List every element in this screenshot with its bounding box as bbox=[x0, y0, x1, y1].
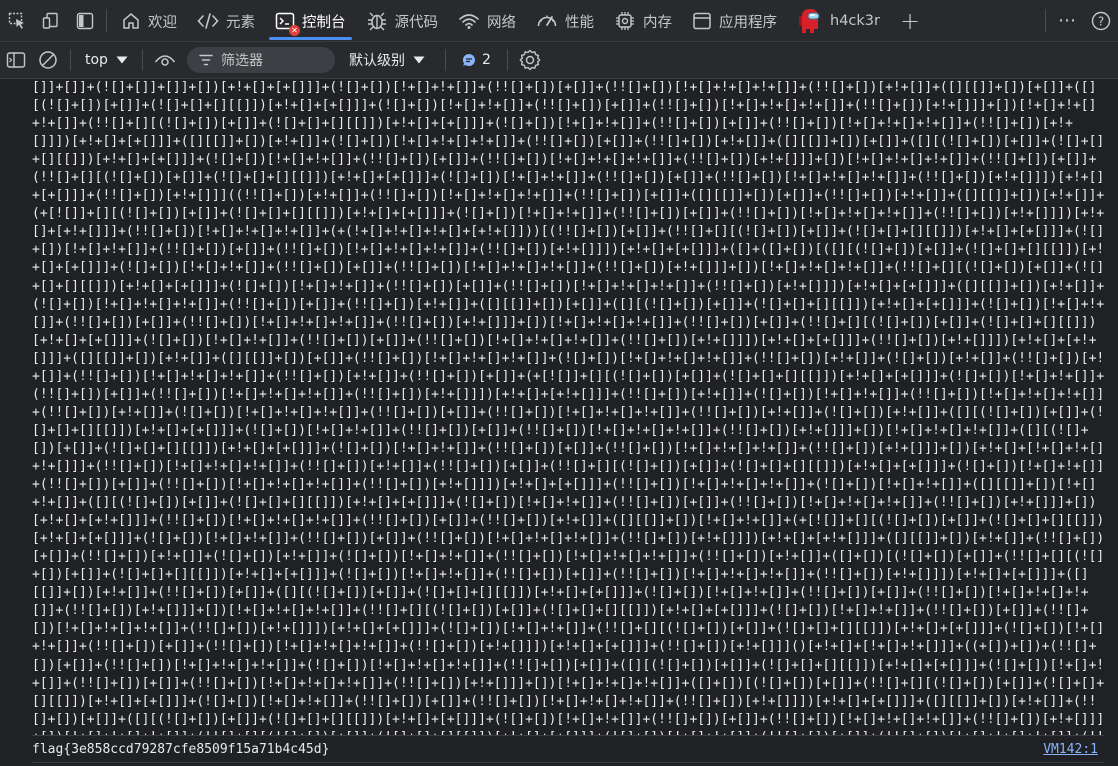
tab-welcome[interactable]: 欢迎 bbox=[111, 0, 187, 42]
code-icon bbox=[197, 13, 219, 29]
toolbar-divider bbox=[70, 49, 71, 71]
tabbar-spacer bbox=[930, 0, 1041, 41]
home-icon bbox=[123, 13, 139, 29]
tab-sources[interactable]: 源代码 bbox=[356, 0, 449, 42]
tab-label: 欢迎 bbox=[148, 14, 177, 31]
log-level-value: 默认级别 bbox=[348, 53, 405, 69]
error-badge-icon: ✕ bbox=[289, 25, 300, 36]
sidebar-icon bbox=[6, 52, 26, 68]
issues-button[interactable]: 2 bbox=[452, 52, 501, 68]
console-toolbar: top 筛选器 默认级别 2 bbox=[0, 42, 1118, 79]
tabbar-divider bbox=[106, 9, 107, 32]
source-location-link[interactable]: VM142:1 bbox=[1043, 742, 1098, 757]
live-expression-button[interactable] bbox=[149, 42, 181, 79]
show-sidebar-button[interactable] bbox=[0, 42, 32, 79]
help-button[interactable]: ? bbox=[1084, 0, 1118, 41]
more-options-button[interactable]: ⋯ bbox=[1050, 0, 1084, 41]
context-value: top bbox=[85, 52, 108, 68]
among-us-icon bbox=[799, 9, 820, 33]
tab-h4ck3r[interactable]: h4ck3r bbox=[787, 0, 890, 42]
toolbar-divider bbox=[141, 49, 143, 71]
issues-count: 2 bbox=[481, 52, 491, 68]
console-settings-button[interactable] bbox=[514, 42, 546, 79]
device-emulation-icon[interactable] bbox=[34, 0, 68, 41]
filter-icon bbox=[199, 54, 213, 66]
flag-output: flag{3e858ccd79287cfe8509f15a71b4c45d} bbox=[32, 741, 330, 757]
tab-label: 性能 bbox=[565, 14, 594, 31]
wifi-icon bbox=[459, 14, 479, 29]
console-log-output: []]+[]]+(![]+[]]+[]]+[])[+!+[]+[+[]]]+(!… bbox=[32, 80, 1105, 735]
caret-down-icon bbox=[413, 56, 425, 64]
inspect-element-icon[interactable] bbox=[0, 0, 34, 41]
log-level-selector[interactable]: 默认级别 bbox=[335, 50, 439, 70]
devtools-tabbar: 欢迎 元素 ✕ 控制台 源代码 网络 性能 内存 应用程序 h4ck3r + ⋯ bbox=[0, 0, 1118, 42]
help-mark: ? bbox=[1098, 14, 1104, 28]
tab-console[interactable]: ✕ 控制台 bbox=[265, 0, 356, 42]
filter-placeholder: 筛选器 bbox=[220, 53, 263, 69]
tab-network[interactable]: 网络 bbox=[448, 0, 526, 42]
plus-icon: + bbox=[899, 7, 921, 35]
tab-label: 应用程序 bbox=[719, 14, 777, 31]
tab-label: 内存 bbox=[643, 14, 672, 31]
chip-icon bbox=[616, 12, 634, 30]
clear-icon bbox=[39, 51, 57, 69]
toolbar-divider bbox=[506, 49, 508, 71]
app-window-icon bbox=[693, 12, 711, 30]
toolbar-divider bbox=[444, 49, 446, 71]
tab-performance[interactable]: 性能 bbox=[526, 0, 604, 42]
console-output[interactable]: []]+[]]+(![]+[]]+[]]+[])[+!+[]+[+[]]]+(!… bbox=[0, 79, 1118, 766]
console-log-entry: flag{3e858ccd79287cfe8509f15a71b4c45d} V… bbox=[32, 739, 1108, 759]
tab-label: 元素 bbox=[226, 14, 255, 31]
tab-label: 源代码 bbox=[394, 14, 439, 31]
add-tab-button[interactable]: + bbox=[890, 0, 930, 42]
gear-icon bbox=[519, 49, 541, 71]
log-divider bbox=[32, 762, 1104, 763]
gauge-icon bbox=[537, 15, 557, 27]
tab-application[interactable]: 应用程序 bbox=[682, 0, 787, 42]
eye-icon bbox=[154, 55, 176, 66]
caret-down-icon bbox=[116, 56, 128, 64]
tab-label: 网络 bbox=[487, 14, 516, 31]
tab-memory[interactable]: 内存 bbox=[604, 0, 682, 42]
tabbar-divider bbox=[1045, 9, 1046, 32]
more-icon: ⋯ bbox=[1058, 10, 1076, 31]
toggle-sidebar-icon[interactable] bbox=[68, 0, 102, 41]
log-divider bbox=[32, 735, 1104, 736]
tab-elements[interactable]: 元素 bbox=[187, 0, 265, 42]
clear-console-button[interactable] bbox=[32, 42, 64, 79]
tab-label: 控制台 bbox=[302, 14, 346, 31]
message-icon bbox=[462, 53, 475, 66]
tab-label: h4ck3r bbox=[830, 13, 880, 29]
context-selector[interactable]: top bbox=[77, 52, 136, 68]
filter-input[interactable]: 筛选器 bbox=[186, 47, 335, 73]
help-icon: ? bbox=[1091, 11, 1111, 30]
bug-icon bbox=[367, 12, 386, 31]
